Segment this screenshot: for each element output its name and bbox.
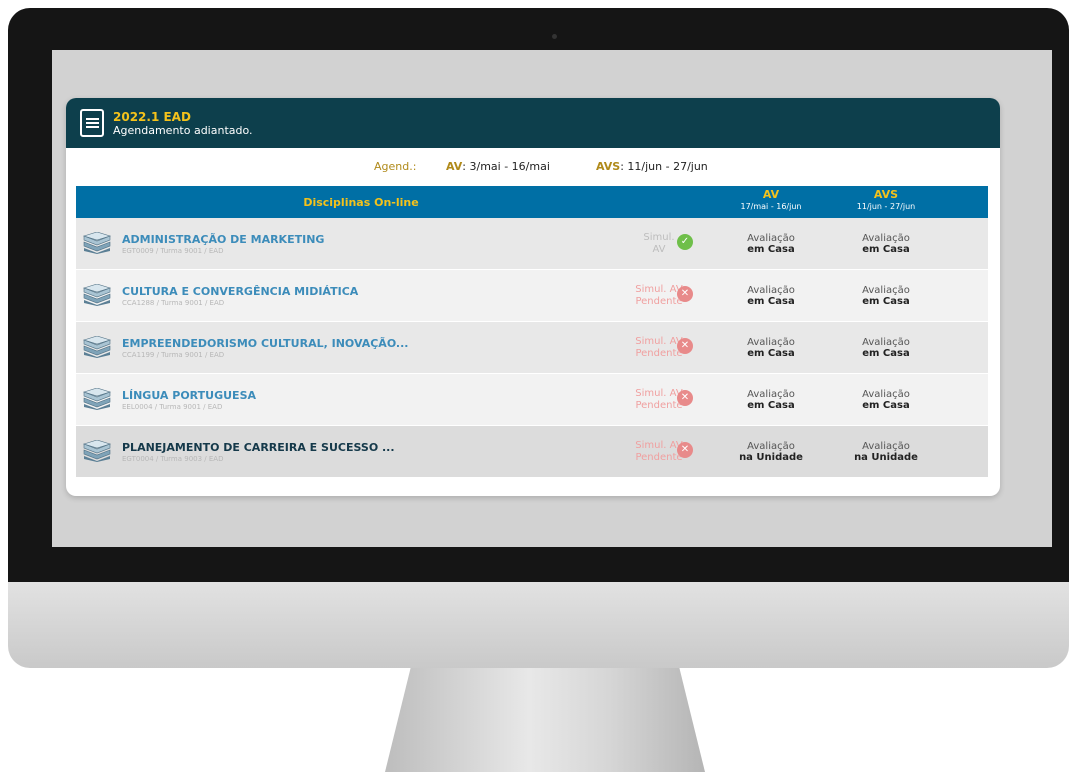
avs-eval-line2: em Casa — [862, 400, 910, 411]
avs-eval-line2: em Casa — [862, 296, 910, 307]
av-eval-line1: Avaliação — [747, 233, 795, 244]
panel-header: 2022.1 EAD Agendamento adiantado. — [66, 98, 1000, 148]
disciplines-table: Disciplinas On-line AV 17/mai - 16/jun A… — [76, 186, 988, 478]
monitor-stand — [385, 668, 705, 772]
books-icon — [82, 232, 112, 254]
x-circle-icon: ✕ — [677, 390, 693, 406]
check-circle-icon: ✓ — [677, 234, 693, 250]
books-icon — [82, 440, 112, 462]
books-icon — [82, 388, 112, 410]
clipboard-checklist-icon — [80, 109, 104, 137]
col-avs-title: AVS — [873, 188, 899, 201]
av-eval-line1: Avaliação — [747, 441, 795, 452]
table-row[interactable]: CULTURA E CONVERGÊNCIA MIDIÁTICA CCA1288… — [76, 270, 988, 322]
col-avs-dates: 11/jun - 27/jun — [856, 202, 916, 211]
x-circle-icon: ✕ — [677, 442, 693, 458]
schedule-av: AV: 3/mai - 16/mai — [446, 160, 550, 173]
subject-code: CCA1199 / Turma 9001 / EAD — [122, 351, 225, 359]
subject-code: EEL0004 / Turma 9001 / EAD — [122, 403, 223, 411]
camera-dot — [552, 34, 557, 39]
avs-eval-line1: Avaliação — [862, 233, 910, 244]
avs-eval-line2: em Casa — [862, 244, 910, 255]
books-icon — [82, 336, 112, 358]
avs-eval-line2: na Unidade — [854, 452, 918, 463]
av-eval-line2: em Casa — [747, 296, 795, 307]
monitor-chin — [8, 582, 1069, 668]
avs-eval-line1: Avaliação — [862, 389, 910, 400]
table-row[interactable]: EMPREENDEDORISMO CULTURAL, INOVAÇÃO... C… — [76, 322, 988, 374]
avs-evaluation: Avaliação em Casa — [831, 233, 941, 255]
av-eval-line2: em Casa — [747, 348, 795, 359]
course-panel: 2022.1 EAD Agendamento adiantado. Agend.… — [66, 98, 1000, 496]
col-disciplines: Disciplinas On-line — [303, 196, 419, 209]
col-av: AV 17/mai - 16/jun — [716, 189, 826, 212]
avs-evaluation: Avaliação em Casa — [831, 337, 941, 359]
subject-name[interactable]: LÍNGUA PORTUGUESA — [122, 389, 256, 402]
subject-name[interactable]: EMPREENDEDORISMO CULTURAL, INOVAÇÃO... — [122, 337, 408, 350]
av-eval-line1: Avaliação — [747, 285, 795, 296]
avs-eval-line1: Avaliação — [862, 441, 910, 452]
avs-evaluation: Avaliação em Casa — [831, 389, 941, 411]
subject-name[interactable]: PLANEJAMENTO DE CARREIRA E SUCESSO ... — [122, 441, 395, 454]
table-row[interactable]: ADMINISTRAÇÃO DE MARKETING EGT0009 / Tur… — [76, 218, 988, 270]
subject-code: EGT0009 / Turma 9001 / EAD — [122, 247, 224, 255]
subject-name[interactable]: CULTURA E CONVERGÊNCIA MIDIÁTICA — [122, 285, 358, 298]
monitor-screen: 2022.1 EAD Agendamento adiantado. Agend.… — [52, 50, 1052, 547]
table-header: Disciplinas On-line AV 17/mai - 16/jun A… — [76, 186, 988, 218]
av-evaluation: Avaliação em Casa — [716, 233, 826, 255]
av-evaluation: Avaliação na Unidade — [716, 441, 826, 463]
schedule-av-dates: : 3/mai - 16/mai — [462, 160, 550, 173]
av-eval-line2: na Unidade — [739, 452, 803, 463]
avs-eval-line2: em Casa — [862, 348, 910, 359]
semester-title: 2022.1 EAD — [113, 109, 191, 124]
x-circle-icon: ✕ — [677, 338, 693, 354]
av-eval-line1: Avaliação — [747, 337, 795, 348]
schedule-av-label: AV — [446, 160, 463, 173]
avs-eval-line1: Avaliação — [862, 285, 910, 296]
col-avs: AVS 11/jun - 27/jun — [831, 189, 941, 212]
x-circle-icon: ✕ — [677, 286, 693, 302]
subject-name[interactable]: ADMINISTRAÇÃO DE MARKETING — [122, 233, 324, 246]
av-evaluation: Avaliação em Casa — [716, 337, 826, 359]
schedule-avs-dates: : 11/jun - 27/jun — [620, 160, 708, 173]
table-row[interactable]: LÍNGUA PORTUGUESA EEL0004 / Turma 9001 /… — [76, 374, 988, 426]
schedule-label: Agend.: — [374, 160, 417, 173]
av-eval-line2: em Casa — [747, 244, 795, 255]
books-icon — [82, 284, 112, 306]
subject-code: EGT0004 / Turma 9003 / EAD — [122, 455, 224, 463]
schedule-bar: Agend.: AV: 3/mai - 16/mai AVS: 11/jun -… — [66, 148, 1000, 186]
av-eval-line1: Avaliação — [747, 389, 795, 400]
col-av-title: AV — [762, 188, 780, 201]
av-evaluation: Avaliação em Casa — [716, 389, 826, 411]
avs-evaluation: Avaliação na Unidade — [831, 441, 941, 463]
av-eval-line2: em Casa — [747, 400, 795, 411]
avs-evaluation: Avaliação em Casa — [831, 285, 941, 307]
schedule-avs: AVS: 11/jun - 27/jun — [596, 160, 708, 173]
semester-subtitle: Agendamento adiantado. — [113, 123, 253, 137]
avs-eval-line1: Avaliação — [862, 337, 910, 348]
av-evaluation: Avaliação em Casa — [716, 285, 826, 307]
subject-code: CCA1288 / Turma 9001 / EAD — [122, 299, 225, 307]
table-row[interactable]: PLANEJAMENTO DE CARREIRA E SUCESSO ... E… — [76, 426, 988, 478]
schedule-avs-label: AVS — [596, 160, 621, 173]
col-av-dates: 17/mai - 16/jun — [740, 202, 802, 211]
